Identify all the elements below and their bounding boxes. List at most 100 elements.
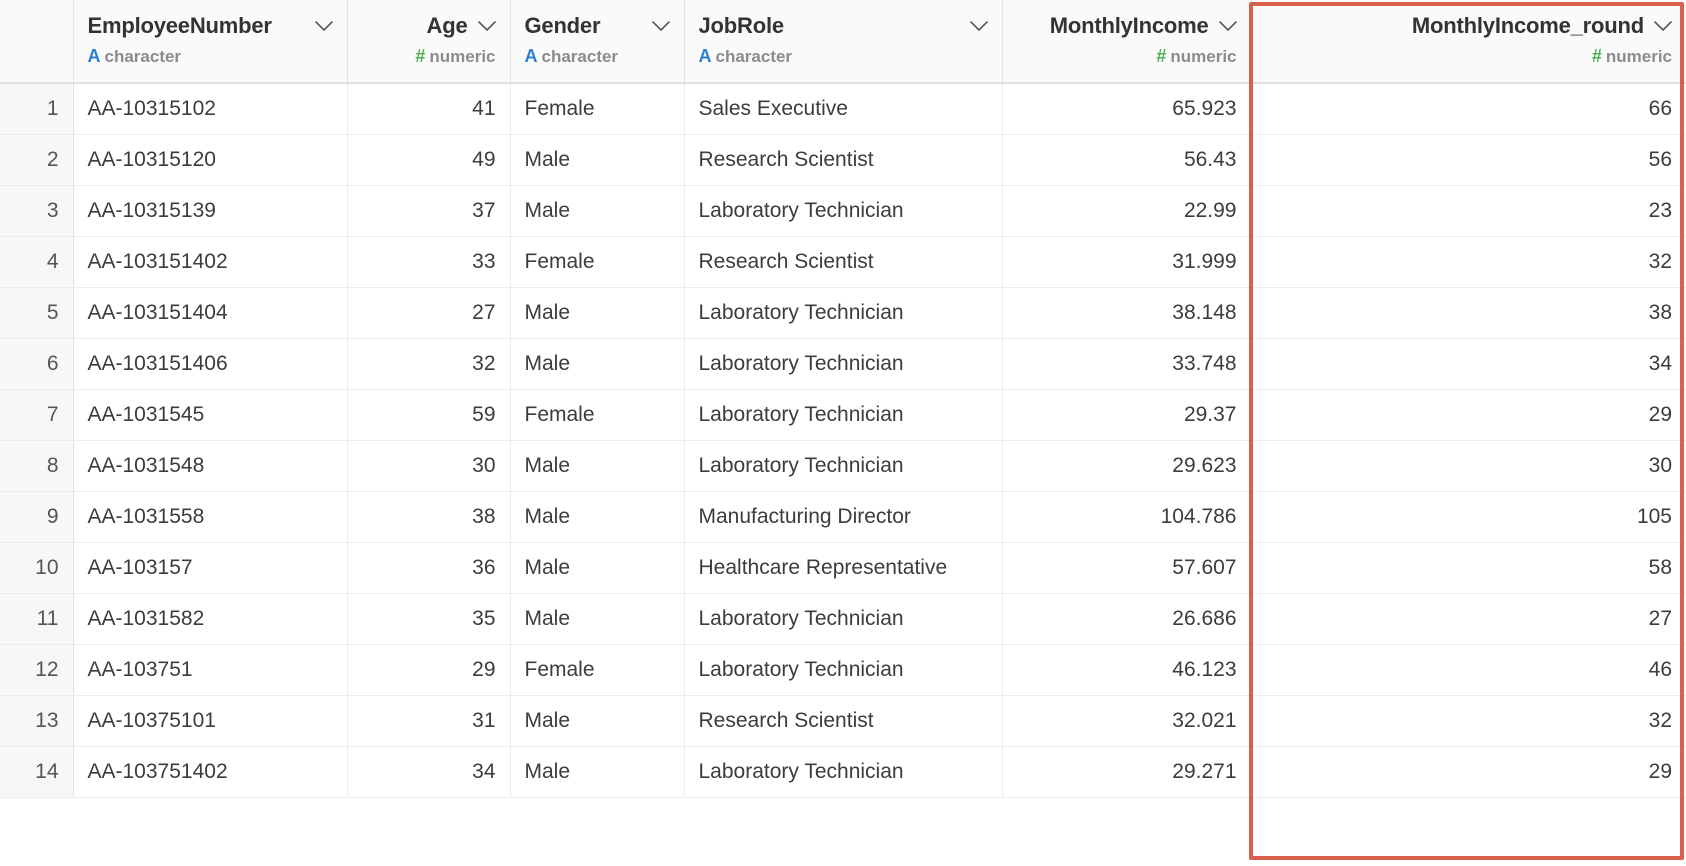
column-header-Age[interactable]: Age # numeric — [347, 0, 511, 84]
cell-Age[interactable]: 35 — [347, 593, 511, 645]
cell-MonthlyIncome[interactable]: 57.607 — [1002, 542, 1252, 594]
table-row[interactable]: 1 AA-10315102 41 Female Sales Executive 65.92… — [0, 83, 1686, 135]
cell-MonthlyIncome_round[interactable]: 105 — [1251, 491, 1686, 543]
cell-JobRole[interactable]: Sales Executive — [684, 83, 1003, 135]
table-row[interactable]: 2 AA-10315120 49 Male Research Scientist 56.4… — [0, 134, 1686, 186]
table-row[interactable]: 9 AA-1031558 38 Male Manufacturing Director 1… — [0, 491, 1686, 543]
cell-Gender[interactable]: Female — [510, 389, 685, 441]
column-header-Gender[interactable]: Gender Acharacter — [510, 0, 685, 84]
cell-JobRole[interactable]: Research Scientist — [684, 236, 1003, 288]
column-header-EmployeeNumber[interactable]: EmployeeNumber Acharacter — [73, 0, 348, 84]
cell-MonthlyIncome_round[interactable]: 29 — [1251, 389, 1686, 441]
column-header-MonthlyIncome[interactable]: MonthlyIncome # numeric — [1002, 0, 1252, 84]
cell-EmployeeNumber[interactable]: AA-1031545 — [73, 389, 348, 441]
cell-Age[interactable]: 36 — [347, 542, 511, 594]
table-row[interactable]: 8 AA-1031548 30 Male Laboratory Technician 29… — [0, 440, 1686, 492]
column-header-JobRole[interactable]: JobRole Acharacter — [684, 0, 1003, 84]
chevron-down-icon[interactable] — [969, 20, 988, 32]
chevron-down-icon[interactable] — [314, 20, 333, 32]
cell-Gender[interactable]: Male — [510, 542, 685, 594]
table-row[interactable]: 3 AA-10315139 37 Male Laboratory Technician 2… — [0, 185, 1686, 237]
cell-Age[interactable]: 32 — [347, 338, 511, 390]
cell-JobRole[interactable]: Research Scientist — [684, 695, 1003, 747]
chevron-down-icon[interactable] — [1654, 20, 1672, 32]
cell-MonthlyIncome_round[interactable]: 27 — [1251, 593, 1686, 645]
cell-Gender[interactable]: Male — [510, 338, 685, 390]
table-row[interactable]: 4 AA-103151402 33 Female Research Scientist 3… — [0, 236, 1686, 288]
chevron-down-icon[interactable] — [477, 20, 496, 32]
cell-MonthlyIncome[interactable]: 56.43 — [1002, 134, 1252, 186]
cell-MonthlyIncome_round[interactable]: 32 — [1251, 236, 1686, 288]
cell-MonthlyIncome[interactable]: 33.748 — [1002, 338, 1252, 390]
cell-JobRole[interactable]: Laboratory Technician — [684, 338, 1003, 390]
cell-Gender[interactable]: Male — [510, 746, 685, 798]
cell-MonthlyIncome_round[interactable]: 29 — [1251, 746, 1686, 798]
cell-EmployeeNumber[interactable]: AA-10315120 — [73, 134, 348, 186]
column-header-MonthlyIncome_round[interactable]: MonthlyIncome_round # numeric — [1251, 0, 1686, 84]
cell-Gender[interactable]: Male — [510, 695, 685, 747]
cell-JobRole[interactable]: Laboratory Technician — [684, 287, 1003, 339]
table-row[interactable]: 5 AA-103151404 27 Male Laboratory Technician… — [0, 287, 1686, 339]
cell-EmployeeNumber[interactable]: AA-103151404 — [73, 287, 348, 339]
cell-MonthlyIncome[interactable]: 32.021 — [1002, 695, 1252, 747]
cell-MonthlyIncome_round[interactable]: 23 — [1251, 185, 1686, 237]
cell-Gender[interactable]: Female — [510, 236, 685, 288]
cell-MonthlyIncome[interactable]: 65.923 — [1002, 83, 1252, 135]
cell-EmployeeNumber[interactable]: AA-103151402 — [73, 236, 348, 288]
cell-Age[interactable]: 30 — [347, 440, 511, 492]
table-row[interactable]: 13 AA-10375101 31 Male Research Scientist 32.… — [0, 695, 1686, 747]
cell-MonthlyIncome[interactable]: 104.786 — [1002, 491, 1252, 543]
cell-MonthlyIncome_round[interactable]: 30 — [1251, 440, 1686, 492]
cell-Age[interactable]: 38 — [347, 491, 511, 543]
cell-JobRole[interactable]: Laboratory Technician — [684, 593, 1003, 645]
cell-Age[interactable]: 29 — [347, 644, 511, 696]
cell-EmployeeNumber[interactable]: AA-1031582 — [73, 593, 348, 645]
cell-JobRole[interactable]: Research Scientist — [684, 134, 1003, 186]
cell-MonthlyIncome_round[interactable]: 34 — [1251, 338, 1686, 390]
cell-JobRole[interactable]: Laboratory Technician — [684, 440, 1003, 492]
cell-EmployeeNumber[interactable]: AA-10315139 — [73, 185, 348, 237]
table-row[interactable]: 10 AA-103157 36 Male Healthcare Representati… — [0, 542, 1686, 594]
cell-Age[interactable]: 37 — [347, 185, 511, 237]
cell-Gender[interactable]: Female — [510, 644, 685, 696]
cell-MonthlyIncome[interactable]: 26.686 — [1002, 593, 1252, 645]
cell-MonthlyIncome[interactable]: 31.999 — [1002, 236, 1252, 288]
cell-JobRole[interactable]: Laboratory Technician — [684, 185, 1003, 237]
table-row[interactable]: 12 AA-103751 29 Female Laboratory Technician… — [0, 644, 1686, 696]
cell-Age[interactable]: 34 — [347, 746, 511, 798]
cell-MonthlyIncome_round[interactable]: 38 — [1251, 287, 1686, 339]
cell-MonthlyIncome[interactable]: 38.148 — [1002, 287, 1252, 339]
cell-MonthlyIncome_round[interactable]: 46 — [1251, 644, 1686, 696]
cell-JobRole[interactable]: Laboratory Technician — [684, 644, 1003, 696]
chevron-down-icon[interactable] — [1218, 20, 1237, 32]
cell-Age[interactable]: 59 — [347, 389, 511, 441]
cell-EmployeeNumber[interactable]: AA-103157 — [73, 542, 348, 594]
cell-Gender[interactable]: Male — [510, 185, 685, 237]
table-row[interactable]: 6 AA-103151406 32 Male Laboratory Technician… — [0, 338, 1686, 390]
cell-MonthlyIncome_round[interactable]: 58 — [1251, 542, 1686, 594]
cell-JobRole[interactable]: Laboratory Technician — [684, 389, 1003, 441]
cell-JobRole[interactable]: Laboratory Technician — [684, 746, 1003, 798]
cell-Gender[interactable]: Female — [510, 83, 685, 135]
cell-MonthlyIncome[interactable]: 29.37 — [1002, 389, 1252, 441]
cell-MonthlyIncome[interactable]: 22.99 — [1002, 185, 1252, 237]
cell-Gender[interactable]: Male — [510, 287, 685, 339]
cell-Gender[interactable]: Male — [510, 491, 685, 543]
cell-Age[interactable]: 27 — [347, 287, 511, 339]
chevron-down-icon[interactable] — [651, 20, 670, 32]
cell-JobRole[interactable]: Manufacturing Director — [684, 491, 1003, 543]
cell-Age[interactable]: 49 — [347, 134, 511, 186]
cell-Age[interactable]: 41 — [347, 83, 511, 135]
cell-Age[interactable]: 33 — [347, 236, 511, 288]
cell-MonthlyIncome_round[interactable]: 32 — [1251, 695, 1686, 747]
cell-EmployeeNumber[interactable]: AA-103751402 — [73, 746, 348, 798]
cell-MonthlyIncome[interactable]: 46.123 — [1002, 644, 1252, 696]
cell-EmployeeNumber[interactable]: AA-1031548 — [73, 440, 348, 492]
cell-Gender[interactable]: Male — [510, 593, 685, 645]
cell-MonthlyIncome_round[interactable]: 56 — [1251, 134, 1686, 186]
cell-JobRole[interactable]: Healthcare Representative — [684, 542, 1003, 594]
table-row[interactable]: 11 AA-1031582 35 Male Laboratory Technician 2… — [0, 593, 1686, 645]
cell-Gender[interactable]: Male — [510, 134, 685, 186]
cell-EmployeeNumber[interactable]: AA-10315102 — [73, 83, 348, 135]
cell-MonthlyIncome[interactable]: 29.271 — [1002, 746, 1252, 798]
